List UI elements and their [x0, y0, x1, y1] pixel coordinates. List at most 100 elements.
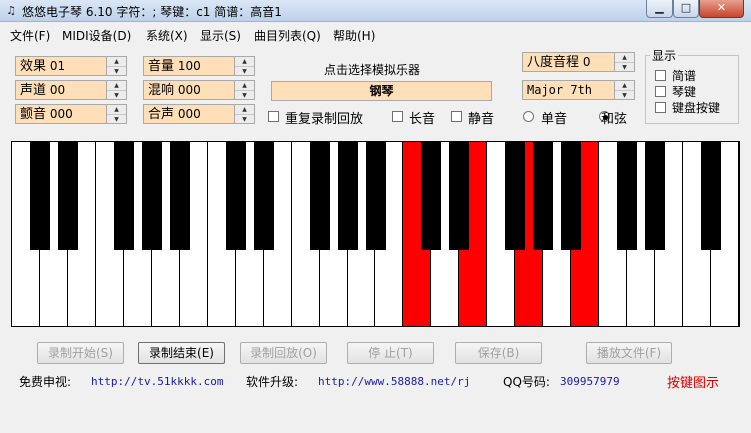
upgrade-label: 软件升级: [246, 375, 299, 389]
reverb-value: 000 [177, 83, 201, 97]
record-start-button[interactable]: 录制开始(S) [37, 342, 124, 364]
stop-button[interactable]: 停 止(T) [347, 342, 434, 364]
spin-down-icon[interactable]: ▼ [615, 63, 634, 72]
effect-spinner[interactable]: 效果 01 ▲ ▼ [15, 56, 127, 76]
black-key[interactable] [337, 142, 358, 250]
single-note-label: 单音 [541, 112, 568, 127]
black-key[interactable] [449, 142, 470, 250]
octave-label: 八度音程 [527, 55, 580, 70]
spin-down-icon[interactable]: ▼ [615, 91, 634, 100]
menu-display[interactable]: 显示(S) [200, 27, 241, 44]
volume-spinner[interactable]: 音量 100 ▲ ▼ [143, 56, 255, 76]
channel-spinner[interactable]: 声道 00 ▲ ▼ [15, 80, 127, 100]
octave-value: 0 [582, 55, 591, 69]
channel-value: 00 [49, 83, 66, 97]
play-file-button[interactable]: 播放文件(F) [586, 342, 672, 364]
record-stop-button[interactable]: 录制结束(E) [138, 342, 225, 364]
spin-up-icon[interactable]: ▲ [107, 57, 126, 67]
long-note-label: 长音 [409, 112, 436, 127]
long-note-checkbox[interactable] [392, 111, 403, 122]
chorus-spinner[interactable]: 合声 000 ▲ ▼ [143, 104, 255, 124]
volume-value: 100 [177, 59, 201, 73]
save-button[interactable]: 保存(B) [455, 342, 542, 364]
black-key[interactable] [561, 142, 582, 250]
black-key[interactable] [29, 142, 50, 250]
spin-down-icon[interactable]: ▼ [107, 67, 126, 76]
keyboard-keys-checkbox[interactable] [655, 102, 666, 113]
repeat-record-checkbox[interactable] [268, 111, 279, 122]
piano-keys-checkbox[interactable] [655, 86, 666, 97]
chord-type-spinner[interactable]: Major 7th ▲ ▼ [522, 80, 635, 100]
menu-bar: 文件(F) MIDI设备(D) 系统(X) 显示(S) 曲目列表(Q) 帮助(H… [0, 24, 751, 44]
black-key[interactable] [701, 142, 722, 250]
chord-type-value: Major 7th [523, 81, 614, 99]
key-map-link[interactable]: 按键图示 [667, 372, 719, 391]
spin-down-icon[interactable]: ▼ [107, 115, 126, 124]
menu-file[interactable]: 文件(F) [10, 27, 50, 44]
octave-spinner[interactable]: 八度音程 0 ▲ ▼ [522, 52, 635, 72]
keyboard-keys-label: 键盘按键 [672, 101, 721, 115]
black-key[interactable] [57, 142, 78, 250]
spin-up-icon[interactable]: ▲ [615, 53, 634, 63]
black-key[interactable] [365, 142, 386, 250]
chorus-value: 000 [177, 107, 201, 121]
menu-midi-device[interactable]: MIDI设备(D) [62, 27, 131, 44]
vibrato-label: 颤音 [20, 107, 47, 122]
single-note-radio[interactable] [523, 111, 534, 122]
black-key[interactable] [505, 142, 526, 250]
notation-label: 简谱 [672, 69, 697, 83]
black-key[interactable] [421, 142, 442, 250]
spin-up-icon[interactable]: ▲ [107, 105, 126, 115]
effect-label: 效果 [20, 59, 47, 74]
spin-down-icon[interactable]: ▼ [235, 67, 254, 76]
spin-up-icon[interactable]: ▲ [235, 81, 254, 91]
black-key[interactable] [225, 142, 246, 250]
mute-checkbox[interactable] [451, 111, 462, 122]
menu-system[interactable]: 系统(X) [146, 27, 188, 44]
upgrade-link[interactable]: http://www.58888.net/rj [318, 375, 470, 388]
chorus-label: 合声 [148, 107, 175, 122]
spin-up-icon[interactable]: ▲ [235, 57, 254, 67]
black-key[interactable] [113, 142, 134, 250]
effect-value: 01 [49, 59, 66, 73]
window-title: 悠悠电子琴 6.10 字符：; 琴键：c1 简谱：高音1 [22, 5, 282, 19]
piano-keys-label: 琴键 [672, 85, 697, 99]
black-key[interactable] [617, 142, 638, 250]
menu-help[interactable]: 帮助(H) [333, 27, 375, 44]
black-key[interactable] [533, 142, 554, 250]
reverb-label: 混响 [148, 83, 175, 98]
maximize-button[interactable]: □ [673, 0, 699, 18]
title-bar: ♫ 悠悠电子琴 6.10 字符：; 琴键：c1 简谱：高音1 ▁ □ ✕ [0, 0, 751, 22]
free-tv-link[interactable]: http://tv.51kkkk.com [91, 375, 223, 388]
spin-up-icon[interactable]: ▲ [107, 81, 126, 91]
piano-keyboard[interactable] [11, 141, 740, 327]
notation-checkbox[interactable] [655, 70, 666, 81]
record-playback-button[interactable]: 录制回放(O) [240, 342, 327, 364]
display-group-title: 显示 [650, 47, 679, 64]
close-button[interactable]: ✕ [699, 0, 744, 18]
spin-down-icon[interactable]: ▼ [235, 91, 254, 100]
black-key[interactable] [645, 142, 666, 250]
vibrato-value: 000 [49, 107, 73, 121]
vibrato-spinner[interactable]: 颤音 000 ▲ ▼ [15, 104, 127, 124]
chord-label: 和弦 [601, 112, 628, 127]
instrument-selector[interactable]: 钢琴 [271, 81, 492, 101]
black-key[interactable] [169, 142, 190, 250]
spin-up-icon[interactable]: ▲ [235, 105, 254, 115]
instrument-prompt: 点击选择模拟乐器 [324, 63, 421, 77]
menu-song-list[interactable]: 曲目列表(Q) [254, 27, 321, 44]
free-tv-label: 免费申视: [19, 375, 72, 389]
spin-up-icon[interactable]: ▲ [615, 81, 634, 91]
minimize-button[interactable]: ▁ [646, 0, 673, 18]
spin-down-icon[interactable]: ▼ [235, 115, 254, 124]
volume-label: 音量 [148, 59, 175, 74]
repeat-record-label: 重复录制回放 [285, 112, 364, 127]
black-key[interactable] [141, 142, 162, 250]
reverb-spinner[interactable]: 混响 000 ▲ ▼ [143, 80, 255, 100]
music-note-icon: ♫ [6, 4, 16, 17]
qq-number: 309957979 [560, 375, 620, 388]
channel-label: 声道 [20, 83, 47, 98]
black-key[interactable] [309, 142, 330, 250]
spin-down-icon[interactable]: ▼ [107, 91, 126, 100]
black-key[interactable] [253, 142, 274, 250]
